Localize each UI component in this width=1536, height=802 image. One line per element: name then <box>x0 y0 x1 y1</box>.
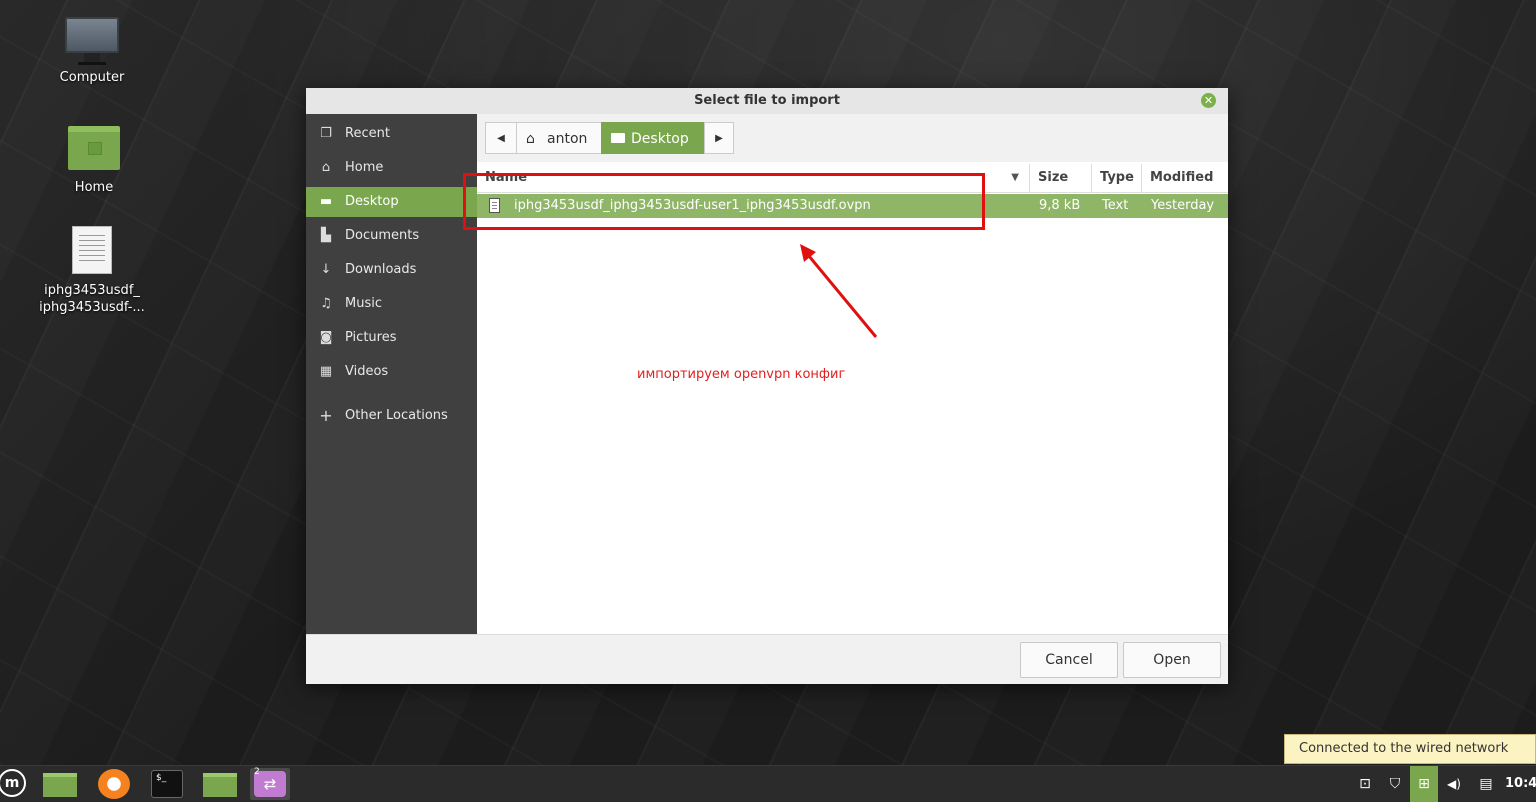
sidebar-item-label: Downloads <box>345 262 417 277</box>
taskbar-window-button[interactable]: ⇄ 2 <box>250 767 290 800</box>
dialog-title: Select file to import <box>694 93 840 108</box>
mint-menu-icon[interactable]: m <box>0 769 26 797</box>
file-size: 9,8 kB <box>1039 198 1081 213</box>
plus-icon: + <box>319 406 333 425</box>
dialog-footer: Cancel Open <box>306 634 1228 684</box>
home-icon: ⌂ <box>321 160 331 175</box>
desktop-icon-label: Home <box>74 180 114 195</box>
firefox-icon[interactable] <box>98 769 130 799</box>
sidebar-item-label: Desktop <box>345 194 399 209</box>
sidebar-item-label: Other Locations <box>345 408 448 423</box>
clipboard-icon[interactable]: ⊡ <box>1356 766 1374 802</box>
column-label: Size <box>1038 170 1069 185</box>
desktop-icon-ovpn-file[interactable]: iphg3453usdf_ iphg3453usdf-... <box>32 226 152 316</box>
desktop-icon-home[interactable]: Home <box>34 126 154 196</box>
sidebar-item-label: Documents <box>345 228 420 243</box>
notes-icon[interactable]: ▤ <box>1476 766 1496 802</box>
path-segment-label: Desktop <box>631 131 689 147</box>
column-header-size[interactable]: Size <box>1029 164 1091 192</box>
annotation-highlight-box <box>463 173 985 230</box>
path-segment-label: anton <box>547 131 588 147</box>
column-header-type[interactable]: Type <box>1091 164 1141 192</box>
sidebar-item-label: Home <box>345 160 384 175</box>
sidebar-item-label: Recent <box>345 126 390 141</box>
home-icon: ⌂ <box>526 131 535 147</box>
sort-down-icon: ▼ <box>1011 172 1019 183</box>
sidebar-item-pictures[interactable]: ◙ Pictures <box>306 323 477 353</box>
show-desktop-icon[interactable] <box>43 773 77 797</box>
sidebar-item-desktop[interactable]: ▬ Desktop <box>306 187 477 217</box>
column-label: Modified <box>1150 170 1214 185</box>
network-tooltip: Connected to the wired network <box>1284 734 1536 764</box>
path-forward-button[interactable]: ▶ <box>704 122 734 154</box>
documents-icon: ▙ <box>321 228 331 243</box>
pictures-icon: ◙ <box>319 330 333 345</box>
file-modified: Yesterday <box>1151 198 1215 213</box>
sidebar-item-label: Music <box>345 296 382 311</box>
places-sidebar: ❐ Recent ⌂ Home ▬ Desktop ▙ Documents ↓ … <box>306 114 477 634</box>
sidebar-item-videos[interactable]: ▦ Videos <box>306 357 477 387</box>
sidebar-item-music[interactable]: ♫ Music <box>306 289 477 319</box>
desktop-icon-label: Computer <box>59 70 125 85</box>
sidebar-item-label: Videos <box>345 364 389 379</box>
annotation-text: импортируем openvpn конфиг <box>637 367 846 382</box>
recent-icon: ❐ <box>320 126 332 141</box>
folder-icon <box>611 133 625 143</box>
sidebar-item-documents[interactable]: ▙ Documents <box>306 221 477 251</box>
desktop-icon-computer[interactable]: Computer <box>32 17 152 86</box>
sidebar-item-label: Pictures <box>345 330 397 345</box>
path-back-button[interactable]: ◀ <box>485 122 517 154</box>
downloads-icon: ↓ <box>320 262 332 277</box>
file-type: Text <box>1102 198 1129 213</box>
terminal-icon[interactable]: $_ <box>151 770 183 798</box>
taskbar: m $_ ⇄ 2 ⊡ ⛉ ⊞ ◀) ▤ 10:4 <box>0 765 1536 802</box>
cancel-button[interactable]: Cancel <box>1020 642 1118 678</box>
sidebar-item-other-locations[interactable]: + Other Locations <box>306 401 477 431</box>
desktop-icon-label-line1: iphg3453usdf_ <box>44 283 140 298</box>
network-icon[interactable]: ⊞ <box>1410 766 1438 802</box>
annotation-arrow <box>800 244 878 338</box>
computer-icon <box>65 17 119 53</box>
sidebar-item-home[interactable]: ⌂ Home <box>306 153 477 183</box>
desktop-icon: ▬ <box>319 194 333 209</box>
clock[interactable]: 10:4 <box>1505 766 1536 802</box>
path-segment-home[interactable]: ⌂ anton <box>516 122 602 154</box>
dialog-titlebar[interactable]: Select file to import ✕ <box>306 88 1228 115</box>
column-header-modified[interactable]: Modified <box>1141 164 1228 192</box>
sidebar-item-recent[interactable]: ❐ Recent <box>306 119 477 149</box>
window-count-badge: 2 <box>254 767 260 777</box>
path-bar: ◀ ⌂ anton Desktop ▶ <box>477 114 1228 162</box>
open-button[interactable]: Open <box>1123 642 1221 678</box>
volume-icon[interactable]: ◀) <box>1444 766 1464 802</box>
column-label: Type <box>1100 170 1134 185</box>
videos-icon: ▦ <box>319 364 333 379</box>
close-icon[interactable]: ✕ <box>1201 93 1216 108</box>
update-shield-icon[interactable]: ⛉ <box>1384 766 1406 802</box>
desktop-icon-label-line2: iphg3453usdf-... <box>39 300 145 315</box>
files-icon[interactable] <box>203 773 237 797</box>
home-folder-icon <box>68 126 120 170</box>
text-file-icon <box>72 226 112 274</box>
music-icon: ♫ <box>320 296 332 311</box>
sidebar-item-downloads[interactable]: ↓ Downloads <box>306 255 477 285</box>
path-segment-desktop[interactable]: Desktop <box>601 122 705 154</box>
